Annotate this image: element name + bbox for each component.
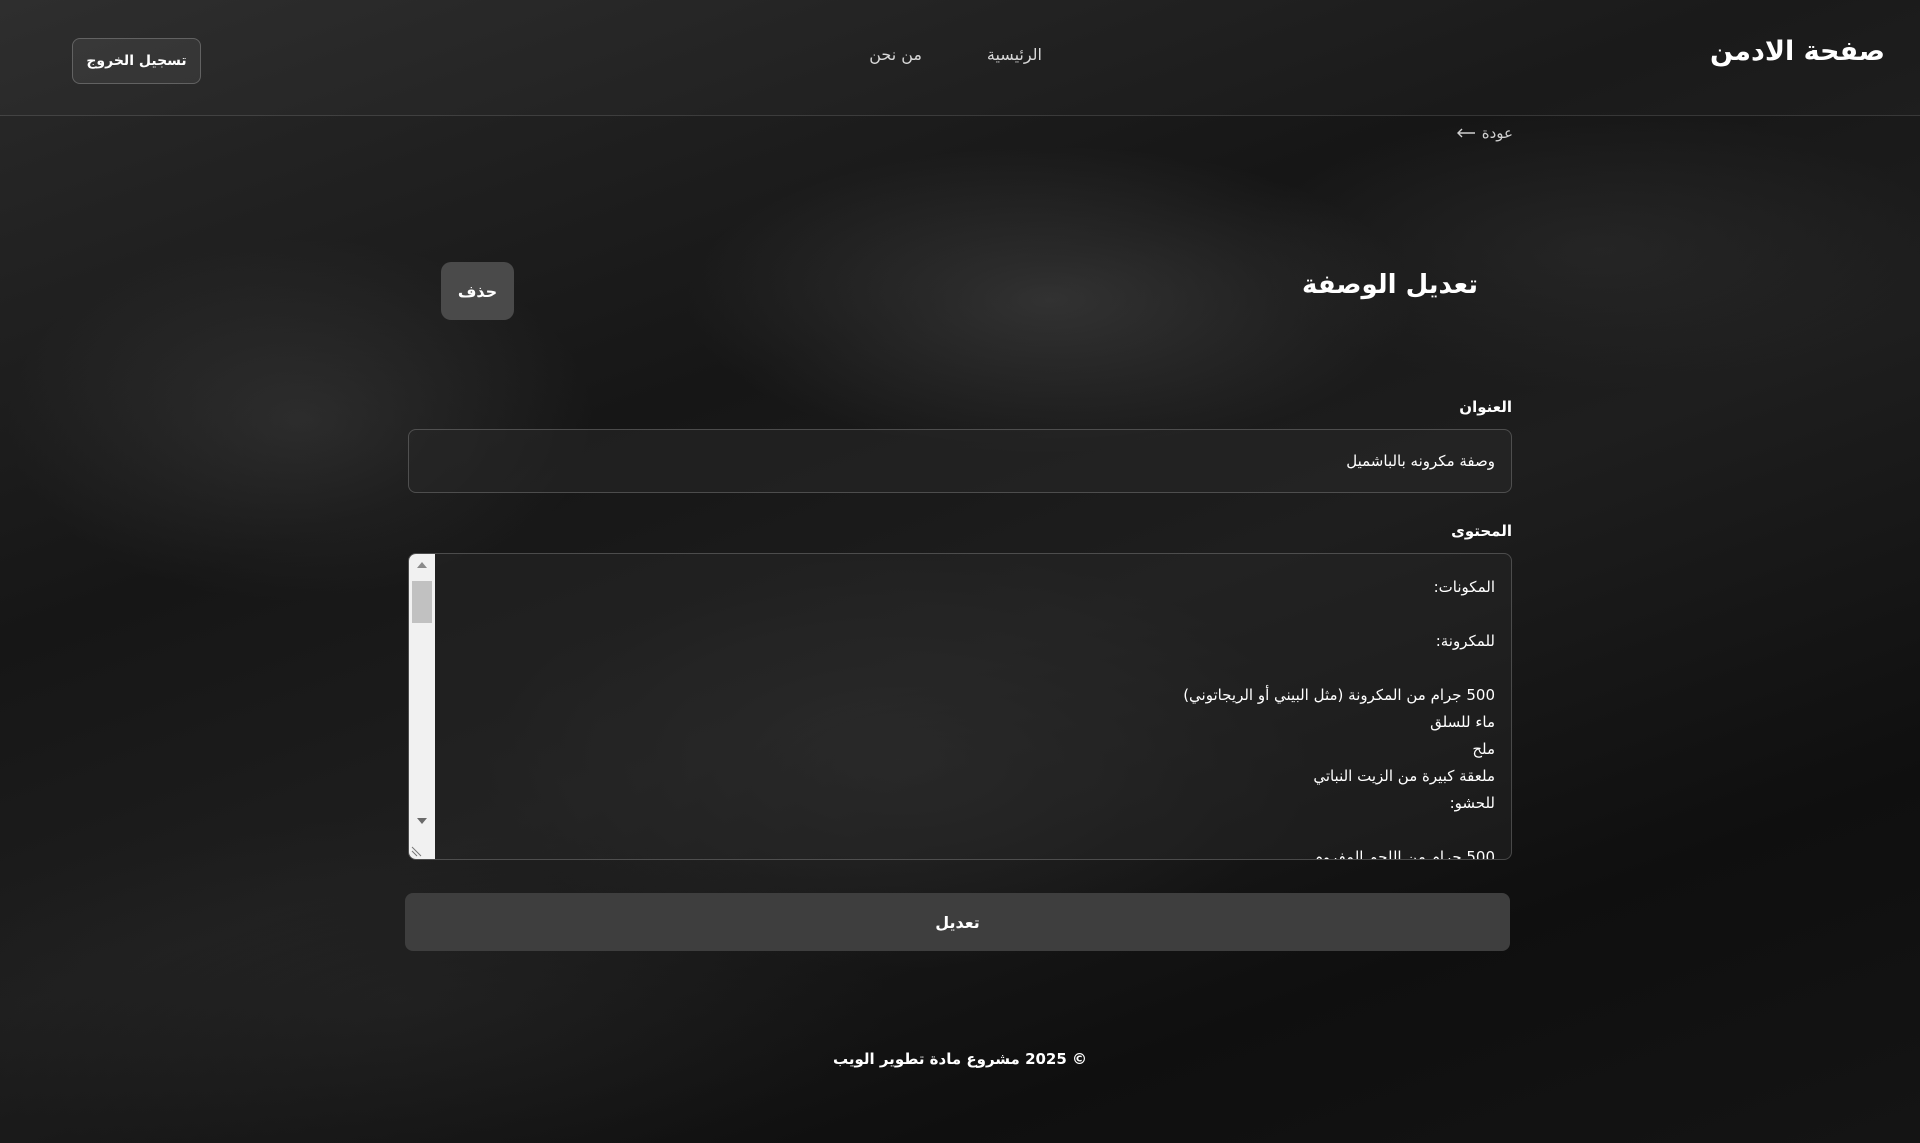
title-input[interactable] — [408, 429, 1512, 493]
content-textarea[interactable]: المكونات: للمكرونة: 500 جرام من المكرونة… — [408, 553, 1512, 860]
nav-link-home[interactable]: الرئيسية — [987, 45, 1042, 64]
nav-link-about[interactable]: من نحن — [869, 45, 922, 64]
scrollbar-thumb[interactable] — [412, 581, 432, 623]
submit-button[interactable]: تعديل — [405, 893, 1510, 951]
scroll-up-arrow-icon[interactable] — [417, 562, 427, 568]
content-scrollbar[interactable] — [409, 554, 435, 859]
back-link[interactable]: عودة — [1456, 124, 1513, 142]
back-link-label: عودة — [1481, 124, 1513, 142]
page-title: تعديل الوصفة — [1301, 270, 1478, 300]
navbar: صفحة الادمن الرئيسية من نحن تسجيل الخروج — [0, 0, 1920, 116]
resize-grip-icon[interactable] — [411, 843, 425, 857]
title-field-label: العنوان — [1459, 398, 1512, 416]
brand-title: صفحة الادمن — [1710, 36, 1885, 67]
logout-button[interactable]: تسجيل الخروج — [72, 38, 201, 84]
content-textarea-text: المكونات: للمكرونة: 500 جرام من المكرونة… — [1183, 578, 1495, 860]
content-field-label: المحتوى — [1451, 522, 1512, 540]
arrow-left-icon — [1456, 128, 1475, 138]
delete-button[interactable]: حذف — [441, 262, 514, 320]
scroll-down-arrow-icon[interactable] — [417, 818, 427, 824]
footer-copyright: © 2025 مشروع مادة تطوير الويب — [832, 1050, 1088, 1068]
